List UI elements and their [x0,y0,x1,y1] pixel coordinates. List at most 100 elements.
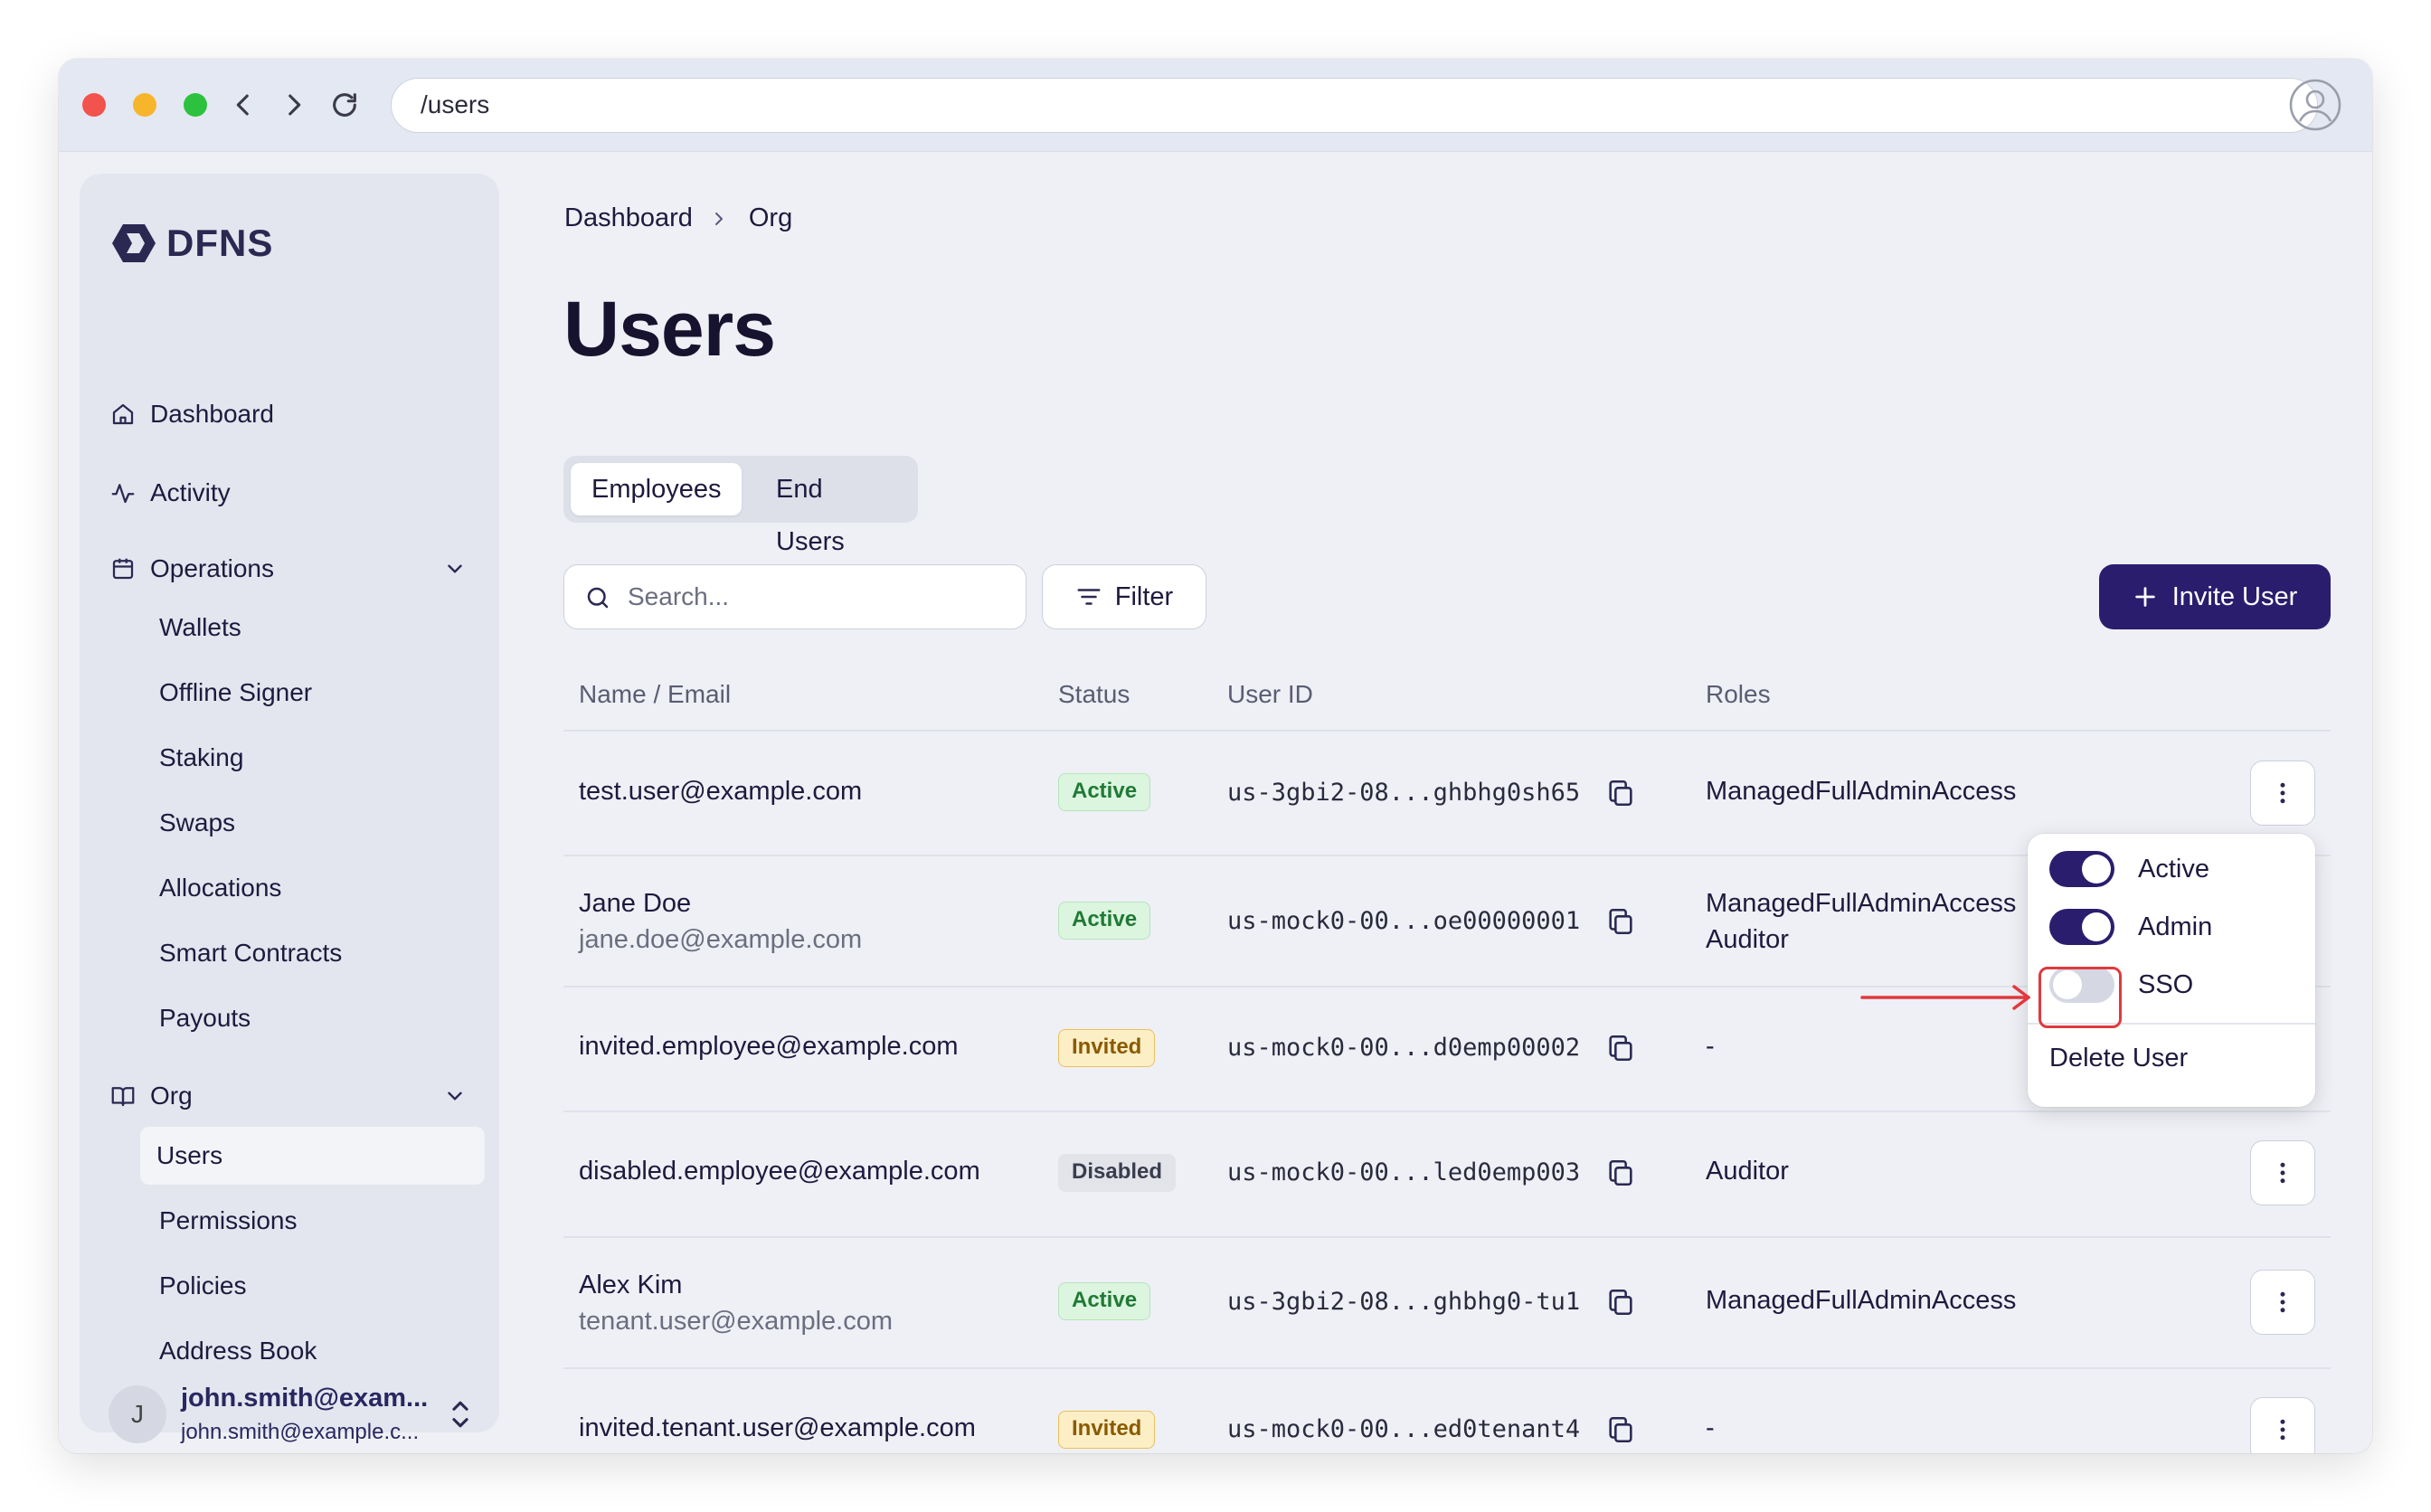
user-id: us-mock0-00...led0emp003 [1227,1158,1581,1186]
status-badge: Invited [1058,1411,1156,1449]
user-email: tenant.user@example.com [579,1307,893,1336]
sidebar-item-smart-contracts[interactable]: Smart Contracts [143,924,487,982]
toggle-sso-label: SSO [2138,969,2194,999]
sidebar-item-offline-signer[interactable]: Offline Signer [143,664,487,722]
calendar-icon [109,554,137,583]
annotation-highlight-box [2038,967,2122,1028]
invite-user-label: Invite User [2171,581,2298,611]
tab-group: Employees End Users [563,456,918,556]
user-role: Auditor [1706,925,1789,954]
more-vertical-icon [2280,1162,2285,1184]
reload-button[interactable] [324,84,365,126]
filter-icon [1077,589,1101,605]
chevron-up-down-icon [452,1401,468,1428]
toggle-admin[interactable]: Admin [2049,907,2212,947]
user-name: invited.tenant.user@example.com [579,1413,976,1442]
page-title: Users [563,286,776,373]
user-id: us-mock0-00...ed0tenant4 [1227,1415,1581,1443]
user-role: - [1706,1032,1715,1061]
sidebar-item-wallets[interactable]: Wallets [143,599,487,657]
sidebar-item-allocations[interactable]: Allocations [143,859,487,917]
breadcrumb-org[interactable]: Org [749,203,792,233]
user-name: invited.employee@example.com [579,1032,959,1061]
chevron-down-icon[interactable] [443,1084,467,1108]
sidebar-item-payouts[interactable]: Payouts [143,989,487,1047]
chevron-down-icon[interactable] [443,557,467,581]
avatar: J [109,1385,166,1443]
copy-icon[interactable] [1605,1414,1636,1445]
user-role: ManagedFullAdminAccess [1706,777,2017,806]
row-actions-button[interactable] [2250,761,2315,826]
sidebar-item-swaps[interactable]: Swaps [143,794,487,852]
maximize-window-button[interactable] [184,93,207,117]
sidebar-item-users[interactable]: Users [140,1127,485,1185]
user-id: us-mock0-00...d0emp00002 [1227,1034,1581,1062]
status-badge: Invited [1058,1029,1156,1067]
search-icon [587,587,609,609]
user-name: Jane Doe [579,889,692,918]
dfns-logo-icon [112,224,156,262]
address-bar[interactable]: /users [391,78,2318,133]
more-vertical-icon [2280,782,2285,804]
tab-employees[interactable]: Employees [571,463,743,515]
sidebar-item-policies[interactable]: Policies [143,1257,487,1315]
copy-icon[interactable] [1605,778,1636,808]
nav-activity[interactable]: Activity [109,473,231,513]
reload-icon [333,93,356,117]
header-divider [563,730,2331,732]
user-name: test.user@example.com [579,777,863,806]
row-actions-button[interactable] [2250,1270,2315,1335]
active-switch[interactable] [2049,851,2114,887]
nav-org[interactable]: Org [109,1076,193,1116]
dfns-logo[interactable]: DFNS [109,221,273,266]
user-account-switcher[interactable]: J john.smith@exam... john.smith@example.… [109,1384,479,1445]
breadcrumb-dashboard[interactable]: Dashboard [564,203,693,233]
user-name: disabled.employee@example.com [579,1157,980,1186]
user-name: Alex Kim [579,1271,683,1299]
nav-activity-label: Activity [150,478,231,506]
filter-button[interactable]: Filter [1042,564,1206,629]
copy-icon[interactable] [1605,1287,1636,1318]
user-role: Auditor [1706,1157,1789,1186]
profile-icon[interactable] [2288,78,2342,132]
delete-user-item[interactable]: Delete User [2049,1038,2188,1078]
filter-label: Filter [1114,581,1174,611]
user-id: us-3gbi2-08...ghbhg0sh65 [1227,779,1581,807]
sidebar-item-staking[interactable]: Staking [143,729,487,787]
close-window-button[interactable] [82,93,106,117]
status-badge: Disabled [1058,1154,1177,1192]
copy-icon[interactable] [1605,1033,1636,1063]
toggle-active-label: Active [2138,854,2209,884]
row-actions-button[interactable] [2250,1140,2315,1205]
tab-end-users[interactable]: End Users [755,463,918,556]
admin-switch[interactable] [2049,909,2114,945]
toggle-active[interactable]: Active [2049,849,2209,889]
forward-button[interactable] [273,84,315,126]
nav-operations-label: Operations [150,554,274,582]
user-name: john.smith@exam... [181,1384,429,1413]
nav-dashboard-label: Dashboard [150,400,274,428]
sidebar-item-address-book[interactable]: Address Book [143,1322,487,1380]
sidebar-item-permissions[interactable]: Permissions [143,1192,487,1250]
copy-icon[interactable] [1605,1158,1636,1188]
nav-org-label: Org [150,1082,193,1110]
invite-user-button[interactable]: Invite User [2099,564,2331,629]
user-email: john.smith@example.c... [181,1420,420,1444]
nav-dashboard[interactable]: Dashboard [109,394,274,434]
more-vertical-icon [2280,1419,2285,1441]
nav-operations[interactable]: Operations [109,549,274,589]
user-role: ManagedFullAdminAccess [1706,1286,2017,1315]
minimize-window-button[interactable] [133,93,156,117]
browser-window: /users DFNS Dashboard Activity Operation… [59,59,2372,1453]
sidebar: DFNS Dashboard Activity Operations Walle… [80,174,499,1444]
search-input[interactable] [628,576,1007,618]
back-button[interactable] [222,84,264,126]
row-actions-button[interactable] [2250,1397,2315,1453]
row-divider [563,1367,2331,1369]
user-role: ManagedFullAdminAccess [1706,889,2017,918]
chevron-left-icon [236,94,249,116]
plus-icon [2134,587,2155,607]
column-header-name: Name / Email [579,680,732,708]
toggle-admin-label: Admin [2138,912,2213,941]
copy-icon[interactable] [1605,906,1636,937]
